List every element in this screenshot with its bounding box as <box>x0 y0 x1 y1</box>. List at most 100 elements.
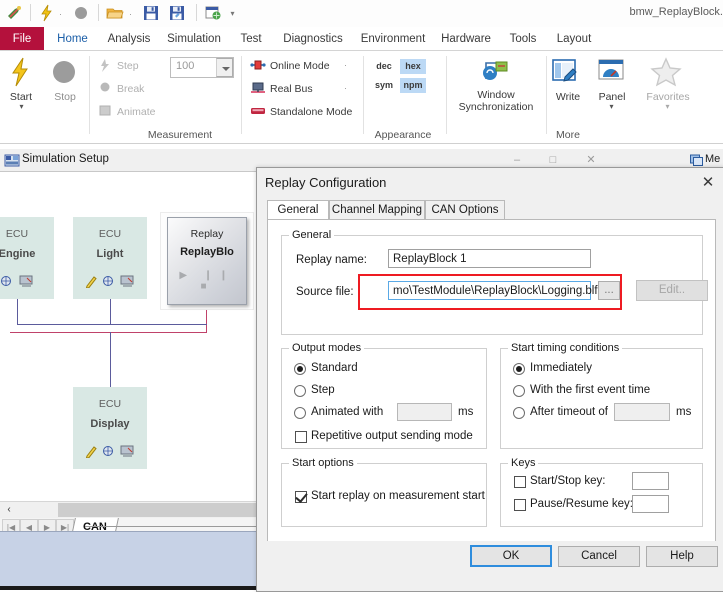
start-replay-label[interactable]: Start replay on measurement start <box>311 490 485 502</box>
simulation-setup-icon <box>4 152 20 168</box>
tab-can-options[interactable]: CAN Options <box>425 200 505 220</box>
radio-after-timeout-label[interactable]: After timeout of <box>530 406 608 418</box>
document-title: bmw_ReplayBlock. <box>629 6 723 18</box>
radix-npm[interactable]: npm <box>400 78 426 93</box>
stop-icon <box>50 57 78 87</box>
pencil-icon <box>86 276 98 289</box>
close-icon[interactable]: ✕ <box>696 172 720 194</box>
tab-general[interactable]: General <box>267 200 329 220</box>
ecu-node-engine[interactable]: ECU Engine <box>0 217 54 299</box>
tab-diagnostics[interactable]: Diagnostics <box>275 27 351 51</box>
pause-resume-key-label[interactable]: Pause/Resume key: <box>530 498 633 510</box>
panel-icon[interactable] <box>597 57 627 85</box>
step-value-dropdown[interactable] <box>216 58 233 77</box>
radio-standard-label[interactable]: Standard <box>311 362 358 374</box>
export-icon[interactable] <box>204 4 222 22</box>
pause-resume-key-checkbox[interactable] <box>514 499 526 511</box>
start-stop-key-label[interactable]: Start/Stop key: <box>530 475 605 487</box>
standalone-mode-label[interactable]: Standalone Mode <box>270 106 352 118</box>
panel-split-caret[interactable]: ▾ <box>609 103 614 111</box>
radio-step-label[interactable]: Step <box>311 384 335 396</box>
cancel-button[interactable]: Cancel <box>558 546 640 567</box>
write-icon[interactable] <box>551 57 581 85</box>
app-icon[interactable] <box>6 4 24 22</box>
real-bus-label[interactable]: Real Bus <box>270 83 313 95</box>
start-icon[interactable] <box>8 57 32 87</box>
replay-node[interactable]: Replay ReplayBlo ▶ ❙❙ ■ <box>167 217 247 305</box>
ecu-name-label: Engine <box>0 248 36 260</box>
tab-channel-mapping[interactable]: Channel Mapping <box>329 200 425 220</box>
animated-interval-input[interactable] <box>397 403 452 421</box>
step-value-spinner[interactable]: 100 <box>170 57 234 78</box>
timeout-input[interactable] <box>614 403 670 421</box>
replay-name-label: Replay name: <box>296 254 367 266</box>
tab-tools[interactable]: Tools <box>500 27 546 51</box>
step-value[interactable]: 100 <box>176 60 194 72</box>
start-stop-key-input[interactable] <box>632 472 669 490</box>
window-sync-label-line1[interactable]: Window <box>455 89 537 101</box>
tab-environment[interactable]: Environment <box>354 27 432 51</box>
network-icon <box>102 276 113 286</box>
dialog-tab-page: General Replay name: ReplayBlock 1 Sourc… <box>267 219 716 543</box>
radio-after-timeout[interactable] <box>513 407 525 419</box>
start-stop-key-checkbox[interactable] <box>514 476 526 488</box>
replay-configuration-dialog: Replay Configuration ✕ General Channel M… <box>256 167 723 592</box>
radio-step[interactable] <box>294 385 306 397</box>
replay-name-input[interactable]: ReplayBlock 1 <box>388 249 591 268</box>
radio-animated-with[interactable] <box>294 407 306 419</box>
help-button[interactable]: Help <box>646 546 718 567</box>
radix-dec[interactable]: dec <box>372 59 396 74</box>
radio-animated-with-label[interactable]: Animated with <box>311 406 383 418</box>
save-icon[interactable] <box>142 4 160 22</box>
online-mode-caret[interactable]: · <box>343 62 348 70</box>
lightning-icon[interactable] <box>38 4 56 22</box>
open-dropdown-caret[interactable]: · <box>128 11 133 19</box>
tab-simulation[interactable]: Simulation <box>160 27 228 51</box>
open-folder-icon[interactable] <box>106 4 124 22</box>
qat-overflow-caret[interactable]: ▾ <box>230 10 235 18</box>
start-dropdown-caret[interactable]: · <box>58 11 63 19</box>
radio-immediately-label[interactable]: Immediately <box>530 362 592 374</box>
real-bus-caret[interactable]: · <box>343 85 348 93</box>
window-sync-label-line2[interactable]: Synchronization <box>445 101 547 113</box>
source-file-input[interactable]: mo\TestModule\ReplayBlock\Logging.blf <box>388 281 598 300</box>
ecu-node-display[interactable]: ECU Display <box>73 387 147 469</box>
pause-resume-key-input[interactable] <box>632 495 669 513</box>
radio-first-event-time[interactable] <box>513 385 525 397</box>
write-button-label[interactable]: Write <box>548 91 588 103</box>
radio-standard[interactable] <box>294 363 306 375</box>
radio-immediately[interactable] <box>513 363 525 375</box>
save-as-icon[interactable] <box>168 4 186 22</box>
stop-icon[interactable] <box>72 4 90 22</box>
start-split-caret[interactable]: ▾ <box>19 103 24 111</box>
ok-button[interactable]: OK <box>470 545 552 567</box>
tab-analysis[interactable]: Analysis <box>101 27 157 51</box>
online-mode-label[interactable]: Online Mode <box>270 60 330 72</box>
favorites-split-caret: ▾ <box>665 102 670 111</box>
group-label-measurement: Measurement <box>147 129 213 141</box>
edit-button: Edit.. <box>636 280 708 301</box>
repetitive-output-checkbox[interactable] <box>295 431 307 443</box>
dialog-footer: OK Cancel Help <box>257 541 723 591</box>
timeout-unit-label: ms <box>676 406 692 418</box>
radix-hex[interactable]: hex <box>400 59 426 74</box>
ecu-node-icons <box>73 444 147 461</box>
break-icon <box>99 82 112 94</box>
start-replay-checkbox[interactable] <box>295 491 307 503</box>
browse-button[interactable]: ... <box>598 281 620 300</box>
tab-hardware[interactable]: Hardware <box>435 27 497 51</box>
radio-first-event-time-label[interactable]: With the first event time <box>530 384 650 396</box>
tab-layout[interactable]: Layout <box>549 27 599 51</box>
step-icon <box>98 59 113 72</box>
scroll-left-arrow[interactable]: ‹ <box>2 503 16 517</box>
replay-transport-controls[interactable]: ▶ ❙❙ ■ <box>168 270 246 292</box>
tab-file[interactable]: File <box>0 27 44 51</box>
repetitive-output-label[interactable]: Repetitive output sending mode <box>311 430 473 442</box>
ecu-kind-label: ECU <box>5 228 29 240</box>
ecu-node-light[interactable]: ECU Light <box>73 217 147 299</box>
output-modes-caption: Output modes <box>289 342 365 354</box>
tab-test[interactable]: Test <box>231 27 271 51</box>
wire-bus-red <box>10 332 207 333</box>
window-synchronization-icon[interactable] <box>480 57 510 85</box>
radix-sym[interactable]: sym <box>372 78 396 93</box>
